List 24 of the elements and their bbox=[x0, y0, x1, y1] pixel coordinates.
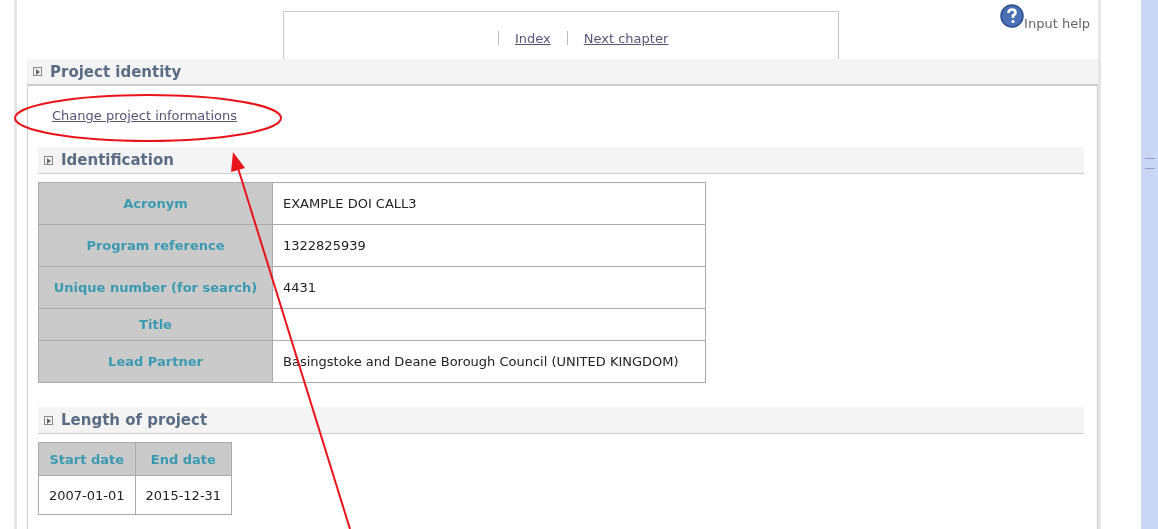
section-header[interactable]: Project identity bbox=[27, 59, 1098, 86]
field-value: 1322825939 bbox=[272, 224, 706, 267]
field-label: Unique number (for search) bbox=[38, 266, 273, 309]
help-icon bbox=[1000, 4, 1025, 28]
nav-link[interactable]: Next chapter bbox=[583, 30, 669, 46]
expand-icon bbox=[44, 415, 53, 425]
expand-icon bbox=[33, 67, 42, 76]
subsection-header[interactable]: Identification bbox=[38, 147, 1084, 174]
field-label: Lead Partner bbox=[38, 340, 273, 383]
table-cell: 2015-12-31 bbox=[135, 475, 232, 515]
change-link[interactable]: Change project informations bbox=[52, 108, 237, 123]
table-cell: 2007-01-01 bbox=[38, 475, 136, 515]
expand-icon bbox=[44, 155, 53, 165]
field-value: 4431 bbox=[272, 266, 706, 309]
field-value: EXAMPLE DOI CALL3 bbox=[272, 182, 706, 225]
scrollbar[interactable] bbox=[1141, 0, 1158, 529]
field-label: Acronym bbox=[38, 182, 273, 225]
field-label: Program reference bbox=[38, 224, 273, 267]
column-header: Start date bbox=[38, 442, 136, 476]
input-help-link[interactable]: Input help bbox=[1000, 4, 1090, 32]
nav-link[interactable]: Index bbox=[515, 30, 551, 46]
field-label: Title bbox=[38, 308, 273, 341]
subsection-header[interactable]: Length of project bbox=[38, 407, 1084, 434]
column-header: End date bbox=[135, 442, 232, 476]
